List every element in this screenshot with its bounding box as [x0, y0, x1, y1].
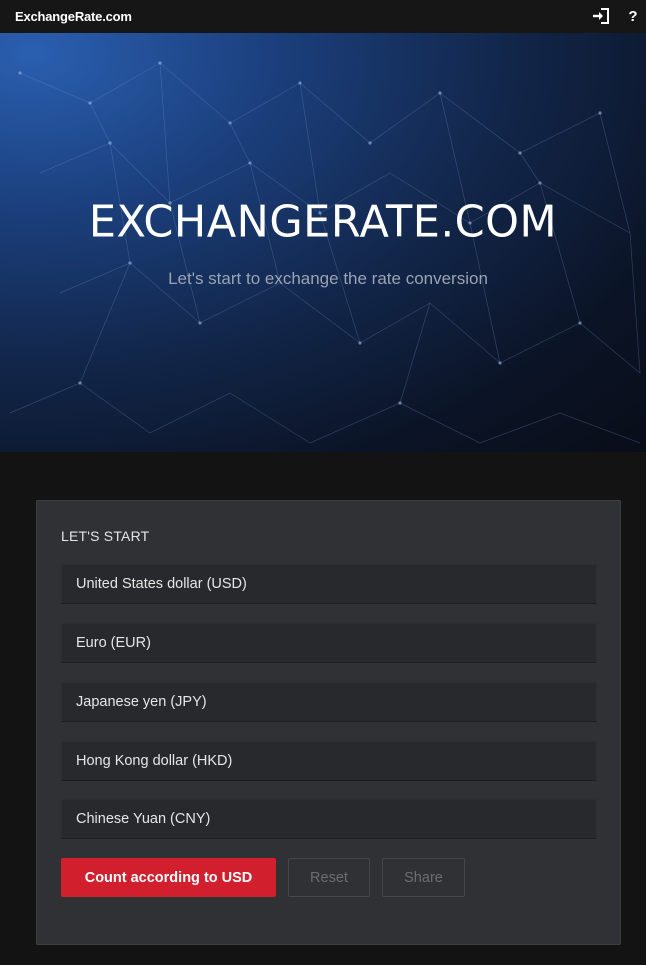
top-bar-actions: ? [592, 6, 642, 26]
currency-field-eur[interactable]: Euro (EUR) [61, 623, 597, 663]
help-icon[interactable]: ? [624, 6, 642, 26]
sign-in-icon[interactable] [592, 6, 610, 26]
count-button[interactable]: Count according to USD [61, 858, 276, 897]
currency-field-cny[interactable]: Chinese Yuan (CNY) [61, 799, 597, 839]
share-button[interactable]: Share [382, 858, 465, 897]
top-bar: ExchangeRate.com ? [0, 0, 646, 33]
conversion-panel: LET'S START United States dollar (USD) E… [36, 500, 621, 945]
hero-subtitle: Let's start to exchange the rate convers… [168, 269, 488, 288]
panel-heading: LET'S START [61, 528, 150, 544]
reset-button[interactable]: Reset [288, 858, 370, 897]
hero-title: EXCHANGERATE.COM [88, 196, 558, 248]
brand-logo-text[interactable]: ExchangeRate.com [15, 9, 132, 24]
currency-field-usd[interactable]: United States dollar (USD) [61, 564, 597, 604]
hero-banner: EXCHANGERATE.COM Let's start to exchange… [0, 33, 646, 452]
currency-field-hkd[interactable]: Hong Kong dollar (HKD) [61, 741, 597, 781]
currency-field-jpy[interactable]: Japanese yen (JPY) [61, 682, 597, 722]
